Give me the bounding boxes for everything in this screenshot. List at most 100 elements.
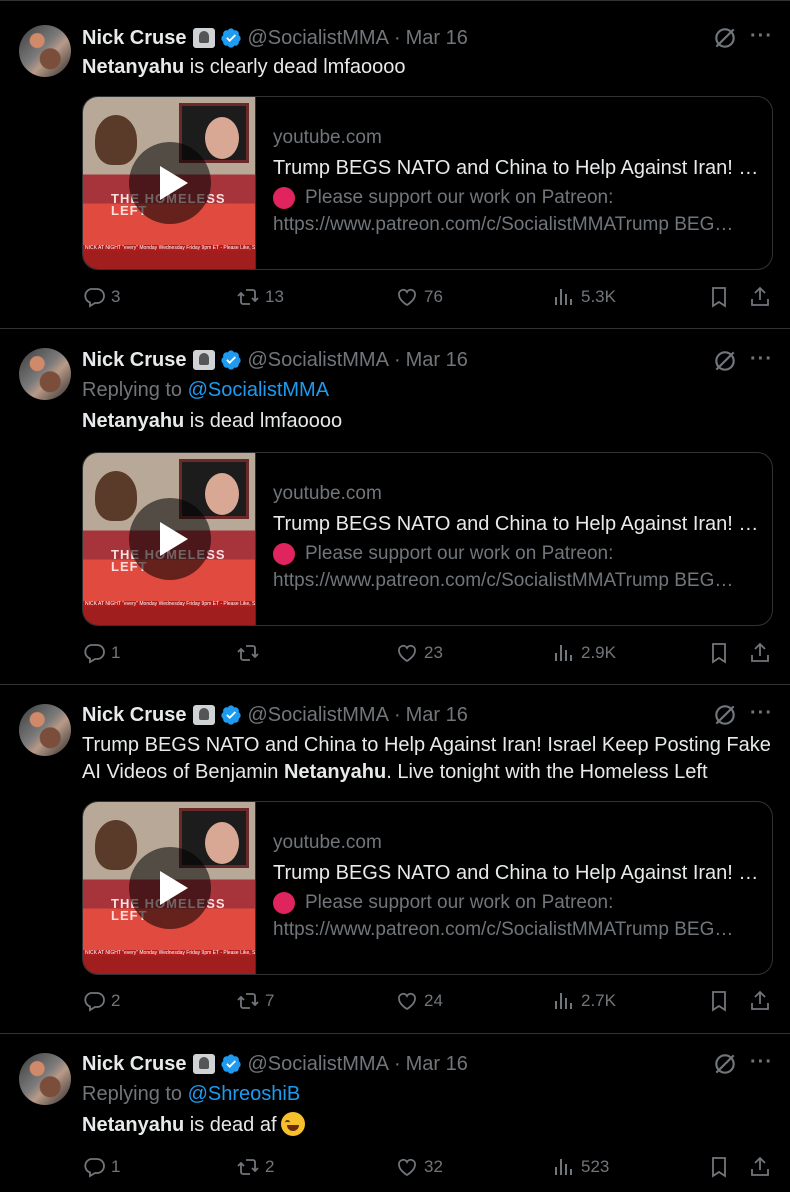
play-icon[interactable] <box>129 142 211 224</box>
replying-to-mention[interactable]: @SocialistMMA <box>188 379 329 401</box>
like-icon <box>398 288 416 307</box>
share-button[interactable] <box>748 641 772 670</box>
tweet-date[interactable]: Mar 16 <box>406 1053 468 1076</box>
affiliate-badge-icon[interactable] <box>192 705 215 725</box>
author-handle[interactable]: @SocialistMMA <box>248 1053 389 1076</box>
card-description-line1: Please support our work on Patreon: <box>305 892 614 913</box>
bookmark-icon <box>712 1157 726 1178</box>
reply-count: 1 <box>111 1157 121 1176</box>
views-button[interactable]: 523 <box>552 1155 609 1179</box>
share-button[interactable] <box>748 285 772 314</box>
share-button[interactable] <box>748 1155 772 1184</box>
retweet-button[interactable]: 7 <box>236 989 274 1013</box>
link-card[interactable]: THE HOMELESS LEFT NICK AT NIGHT "every" … <box>82 452 773 626</box>
like-icon <box>398 1158 416 1177</box>
avatar[interactable] <box>19 25 71 77</box>
views-button[interactable]: 5.3K <box>552 285 616 309</box>
replying-to: Replying to @ShreoshiB <box>82 1083 300 1106</box>
thumbnail-ticker: NICK AT NIGHT "every" Monday Wednesday F… <box>83 245 255 251</box>
views-count: 523 <box>581 1157 610 1176</box>
tweet-date[interactable]: Mar 16 <box>406 704 468 727</box>
card-description-line2: https://www.patreon.com/c/SocialistMMATr… <box>273 214 743 235</box>
thumbnail-ticker: NICK AT NIGHT "every" Monday Wednesday F… <box>83 950 255 956</box>
avatar[interactable] <box>19 1053 71 1105</box>
bookmark-button[interactable] <box>707 285 731 314</box>
reply-button[interactable]: 3 <box>82 285 120 309</box>
author-name[interactable]: Nick Cruse <box>82 349 187 372</box>
tweet-date[interactable]: Mar 16 <box>406 27 468 50</box>
link-card[interactable]: THE HOMELESS LEFT NICK AT NIGHT "every" … <box>82 96 773 270</box>
reply-button[interactable]: 1 <box>82 641 120 665</box>
tweet-text: Netanyahu is clearly dead lmfaoooo <box>82 54 777 81</box>
like-button[interactable]: 76 <box>395 285 443 309</box>
author-handle[interactable]: @SocialistMMA <box>248 349 389 372</box>
views-count: 2.7K <box>581 991 616 1010</box>
more-icon[interactable]: ··· <box>750 348 773 371</box>
video-thumbnail[interactable]: THE HOMELESS LEFT NICK AT NIGHT "every" … <box>83 802 256 974</box>
play-icon[interactable] <box>129 847 211 929</box>
thumbnail-ticker: NICK AT NIGHT "every" Monday Wednesday F… <box>83 601 255 607</box>
play-icon[interactable] <box>129 498 211 580</box>
replying-to-mention[interactable]: @ShreoshiB <box>188 1083 301 1105</box>
tweet[interactable]: Nick Cruse @SocialistMMA · Mar 16 ··· Ne… <box>0 1 790 329</box>
reply-button[interactable]: 2 <box>82 989 120 1013</box>
action-bar: 1 23 2.9K <box>0 641 790 671</box>
verified-badge-icon <box>220 350 241 370</box>
card-title: Trump BEGS NATO and China to Help Agains… <box>273 513 761 535</box>
video-thumbnail[interactable]: THE HOMELESS LEFT NICK AT NIGHT "every" … <box>83 453 256 625</box>
link-card[interactable]: THE HOMELESS LEFT NICK AT NIGHT "every" … <box>82 801 773 975</box>
more-icon[interactable]: ··· <box>750 1051 773 1074</box>
views-button[interactable]: 2.9K <box>552 641 616 665</box>
retweet-button[interactable] <box>236 641 265 665</box>
avatar[interactable] <box>19 348 71 400</box>
share-button[interactable] <box>748 989 772 1018</box>
grok-icon[interactable] <box>712 702 738 728</box>
card-domain: youtube.com <box>273 832 382 853</box>
action-bar: 1 2 32 523 <box>0 1155 790 1185</box>
retweet-icon <box>237 289 259 305</box>
author-name[interactable]: Nick Cruse <box>82 1053 187 1076</box>
grok-icon[interactable] <box>712 1051 738 1077</box>
grok-icon[interactable] <box>712 25 738 51</box>
more-icon[interactable]: ··· <box>750 25 773 48</box>
views-icon <box>555 289 572 305</box>
bookmark-button[interactable] <box>707 989 731 1018</box>
face-with-tears-of-joy-icon <box>280 1112 305 1136</box>
views-icon <box>555 645 572 661</box>
affiliate-badge-icon[interactable] <box>192 350 215 370</box>
retweet-count: 13 <box>265 287 284 306</box>
replying-to-prefix: Replying to <box>82 379 188 401</box>
author-handle[interactable]: @SocialistMMA <box>248 704 389 727</box>
bookmark-button[interactable] <box>707 1155 731 1184</box>
share-icon <box>751 286 769 306</box>
video-thumbnail[interactable]: THE HOMELESS LEFT NICK AT NIGHT "every" … <box>83 97 256 269</box>
reply-icon <box>84 1158 105 1178</box>
avatar[interactable] <box>19 704 71 756</box>
more-icon[interactable]: ··· <box>750 702 773 725</box>
retweet-button[interactable]: 13 <box>236 285 284 309</box>
views-button[interactable]: 2.7K <box>552 989 616 1013</box>
retweet-icon <box>237 645 259 661</box>
like-button[interactable]: 24 <box>395 989 443 1013</box>
reply-count: 1 <box>111 643 121 662</box>
tweet[interactable]: Nick Cruse @SocialistMMA · Mar 16 ··· Tr… <box>0 686 790 1034</box>
bookmark-button[interactable] <box>707 641 731 670</box>
retweet-button[interactable]: 2 <box>236 1155 274 1179</box>
tweet-header: Nick Cruse @SocialistMMA · Mar 16 <box>82 702 468 728</box>
reply-icon <box>84 288 105 308</box>
like-button[interactable]: 23 <box>395 641 443 665</box>
tweet[interactable]: Nick Cruse @SocialistMMA · Mar 16 ··· Re… <box>0 330 790 685</box>
tweet-text-rest: is dead af <box>184 1114 277 1136</box>
action-bar: 3 13 76 5.3K <box>0 285 790 315</box>
tweet[interactable]: Nick Cruse @SocialistMMA · Mar 16 ··· Re… <box>0 1035 790 1192</box>
author-name[interactable]: Nick Cruse <box>82 704 187 727</box>
affiliate-badge-icon[interactable] <box>192 1054 215 1074</box>
reply-button[interactable]: 1 <box>82 1155 120 1179</box>
author-handle[interactable]: @SocialistMMA <box>248 27 389 50</box>
like-button[interactable]: 32 <box>395 1155 443 1179</box>
verified-badge-icon <box>220 1054 241 1074</box>
tweet-date[interactable]: Mar 16 <box>406 349 468 372</box>
affiliate-badge-icon[interactable] <box>192 28 215 48</box>
grok-icon[interactable] <box>712 348 738 374</box>
author-name[interactable]: Nick Cruse <box>82 27 187 50</box>
